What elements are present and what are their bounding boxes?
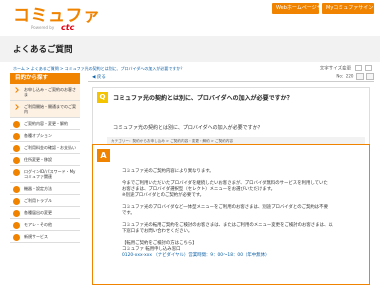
answer-line: コミュファ光のプロバイダなど一体型メニューをご利用のお客さまは、別途プロバイダと… bbox=[122, 205, 328, 210]
category-icon bbox=[13, 145, 20, 152]
sidebar-item[interactable]: ご利用トラブル bbox=[10, 195, 80, 207]
sidebar-item[interactable]: ご利用開始・開通までのご案内 bbox=[10, 101, 80, 118]
sidebar-item[interactable]: 新規サービス bbox=[10, 231, 80, 243]
logo-sub: Powered by bbox=[31, 25, 55, 30]
text-size-control[interactable]: 文字サイズ変更 bbox=[320, 65, 372, 72]
sidebar-item[interactable]: 各種オプション bbox=[10, 130, 80, 142]
category-icon bbox=[13, 133, 20, 140]
answer-mark-icon: A bbox=[97, 149, 110, 162]
sidebar-item[interactable]: 住所変更・移設 bbox=[10, 154, 80, 166]
sidebar-heading: 目的から探す bbox=[10, 73, 80, 84]
question-title: コミュファ光の契約とは別に、プロバイダへの加入が必要ですか？ bbox=[113, 95, 293, 102]
text-size-small-button[interactable] bbox=[354, 65, 362, 71]
question-subtitle: コミュファ光の契約とは別に、プロバイダへの加入が必要ですか？ bbox=[113, 125, 263, 131]
share-button[interactable] bbox=[366, 73, 374, 80]
text-size-large-button[interactable] bbox=[365, 65, 372, 71]
sidebar-item[interactable]: 機器・設定方法 bbox=[10, 183, 80, 195]
main-content: ◀ 戻る No：220 Q コミュファ光の契約とは別に、プロバイダへの加入が必要… bbox=[88, 73, 374, 285]
faq-toolbar: ◀ 戻る No：220 bbox=[88, 73, 374, 82]
question-mark-icon: Q bbox=[97, 92, 108, 103]
print-button[interactable] bbox=[355, 73, 364, 80]
sidebar-item[interactable]: お申し込み・ご契約のお客さま bbox=[10, 84, 80, 101]
phone-link[interactable]: 0120-xxx-xxx （ナビダイヤル）営業時間：9：00～18：00（年中無… bbox=[122, 253, 362, 259]
page-title: よくあるご質問 bbox=[13, 45, 73, 55]
category-icon bbox=[13, 121, 20, 128]
sidebar-item[interactable]: ログインID/パスワード・Myコミュファ関連 bbox=[10, 166, 80, 183]
commufa-logo[interactable]: コミュファ Powered by ctc bbox=[13, 6, 101, 33]
logo-brand: ctc bbox=[61, 23, 75, 32]
my-commufa-button[interactable]: Myコミュファサイン bbox=[322, 3, 374, 14]
back-link[interactable]: ◀ 戻る bbox=[92, 74, 106, 80]
category-icon bbox=[13, 198, 20, 205]
category-icon bbox=[13, 186, 20, 193]
logo-text: コミュファ bbox=[13, 6, 101, 26]
chevron-right-icon bbox=[13, 104, 19, 110]
faq-number: No：220 bbox=[336, 73, 374, 80]
sidebar: 目的から探す お申し込み・ご契約のお客さま ご利用開始・開通までのご案内 ご契約… bbox=[10, 73, 80, 243]
category-icon bbox=[13, 210, 20, 217]
text-size-label: 文字サイズ変更 bbox=[319, 66, 352, 72]
answer-box: A コミュファ光のご契約内容により異なります。 今までご利用いただいたプロバイダ… bbox=[92, 144, 370, 285]
category-icon bbox=[13, 222, 20, 229]
sidebar-item[interactable]: モアレ・その他 bbox=[10, 219, 80, 231]
category-icon bbox=[13, 157, 20, 164]
sidebar-item[interactable]: ご利用料金の確認・お支払い bbox=[10, 142, 80, 154]
breadcrumb[interactable]: ホーム > よくあるご質問 > コミュファ光の契約とは別に、プロバイダへの加入が… bbox=[13, 66, 184, 72]
answer-body: コミュファ光のご契約内容により異なります。 今までご利用いただいたプロバイダを継… bbox=[122, 169, 362, 259]
category-icon bbox=[13, 234, 20, 241]
category-icon bbox=[13, 169, 20, 176]
web-home-button[interactable]: Webホームページサイン bbox=[272, 3, 332, 14]
chevron-right-icon bbox=[13, 87, 19, 93]
sidebar-item[interactable]: ご契約内容・変更・解約 bbox=[10, 118, 80, 130]
sidebar-item[interactable]: 各種届出の変更 bbox=[10, 207, 80, 219]
site-header: コミュファ Powered by ctc Webホームページサイン Myコミュフ… bbox=[0, 0, 380, 36]
